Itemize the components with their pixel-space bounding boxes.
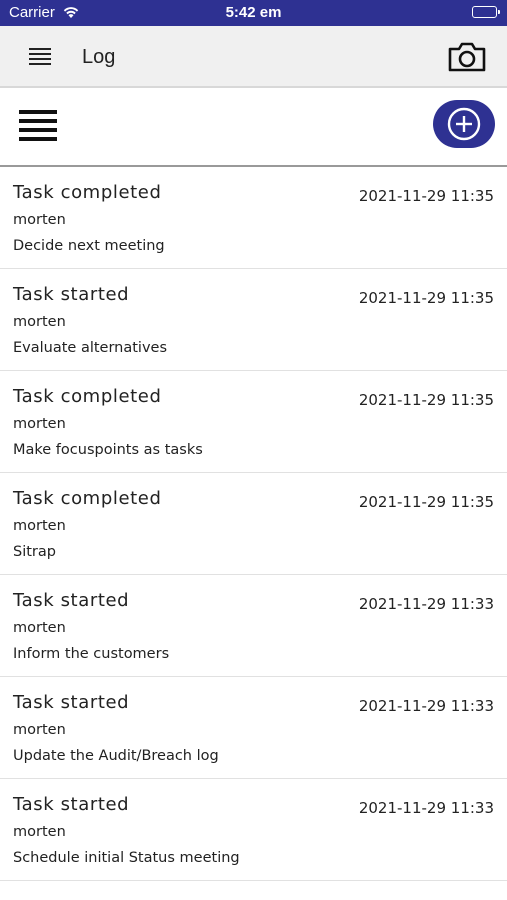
timestamp: 2021-11-29 11:33 bbox=[358, 799, 494, 817]
user-name: morten bbox=[13, 620, 66, 636]
task-name: Evaluate alternatives bbox=[13, 340, 168, 356]
navigation-bar: Log bbox=[0, 26, 507, 88]
timestamp: 2021-11-29 11:35 bbox=[358, 391, 494, 409]
event-label: Task completed bbox=[13, 488, 162, 509]
task-name: Inform the customers bbox=[13, 646, 170, 662]
hamburger-menu-icon[interactable] bbox=[29, 48, 51, 65]
user-name: morten bbox=[13, 314, 66, 330]
add-log-entry-button[interactable] bbox=[433, 100, 495, 148]
list-icon[interactable] bbox=[19, 110, 57, 141]
task-name: Update the Audit/Breach log bbox=[13, 748, 219, 764]
timestamp: 2021-11-29 11:35 bbox=[358, 493, 494, 511]
log-entry[interactable]: Task completed 2021-11-29 11:35 morten D… bbox=[0, 167, 507, 269]
event-label: Task started bbox=[13, 794, 130, 815]
log-entry[interactable]: Task started 2021-11-29 11:33 morten Sch… bbox=[0, 779, 507, 881]
event-label: Task completed bbox=[13, 182, 162, 203]
log-entry[interactable]: Task started 2021-11-29 11:33 morten Upd… bbox=[0, 677, 507, 779]
battery-icon bbox=[472, 6, 500, 18]
log-entry[interactable]: Task started 2021-11-29 11:33 morten Inf… bbox=[0, 575, 507, 677]
status-bar: Carrier 5:42 em bbox=[0, 0, 507, 26]
user-name: morten bbox=[13, 416, 66, 432]
timestamp: 2021-11-29 11:33 bbox=[358, 697, 494, 715]
event-label: Task started bbox=[13, 590, 130, 611]
task-name: Decide next meeting bbox=[13, 238, 165, 254]
log-entry[interactable]: Task completed 2021-11-29 11:35 morten M… bbox=[0, 371, 507, 473]
clock: 5:42 em bbox=[225, 4, 282, 21]
event-label: Task started bbox=[13, 692, 130, 713]
user-name: morten bbox=[13, 824, 66, 840]
user-name: morten bbox=[13, 722, 66, 738]
task-name: Sitrap bbox=[13, 544, 56, 560]
timestamp: 2021-11-29 11:35 bbox=[358, 289, 494, 307]
task-name: Schedule initial Status meeting bbox=[13, 850, 240, 866]
task-name: Make focuspoints as tasks bbox=[13, 442, 203, 458]
page-title: Log bbox=[82, 46, 116, 68]
camera-icon[interactable] bbox=[447, 41, 487, 78]
user-name: morten bbox=[13, 212, 66, 228]
log-entry[interactable]: Task completed 2021-11-29 11:35 morten S… bbox=[0, 473, 507, 575]
user-name: morten bbox=[13, 518, 66, 534]
toolbar bbox=[0, 88, 507, 167]
log-list: Task completed 2021-11-29 11:35 morten D… bbox=[0, 167, 507, 881]
timestamp: 2021-11-29 11:33 bbox=[358, 595, 494, 613]
event-label: Task completed bbox=[13, 386, 162, 407]
timestamp: 2021-11-29 11:35 bbox=[358, 187, 494, 205]
plus-circle-icon bbox=[447, 107, 481, 141]
log-entry[interactable]: Task started 2021-11-29 11:35 morten Eva… bbox=[0, 269, 507, 371]
event-label: Task started bbox=[13, 284, 130, 305]
